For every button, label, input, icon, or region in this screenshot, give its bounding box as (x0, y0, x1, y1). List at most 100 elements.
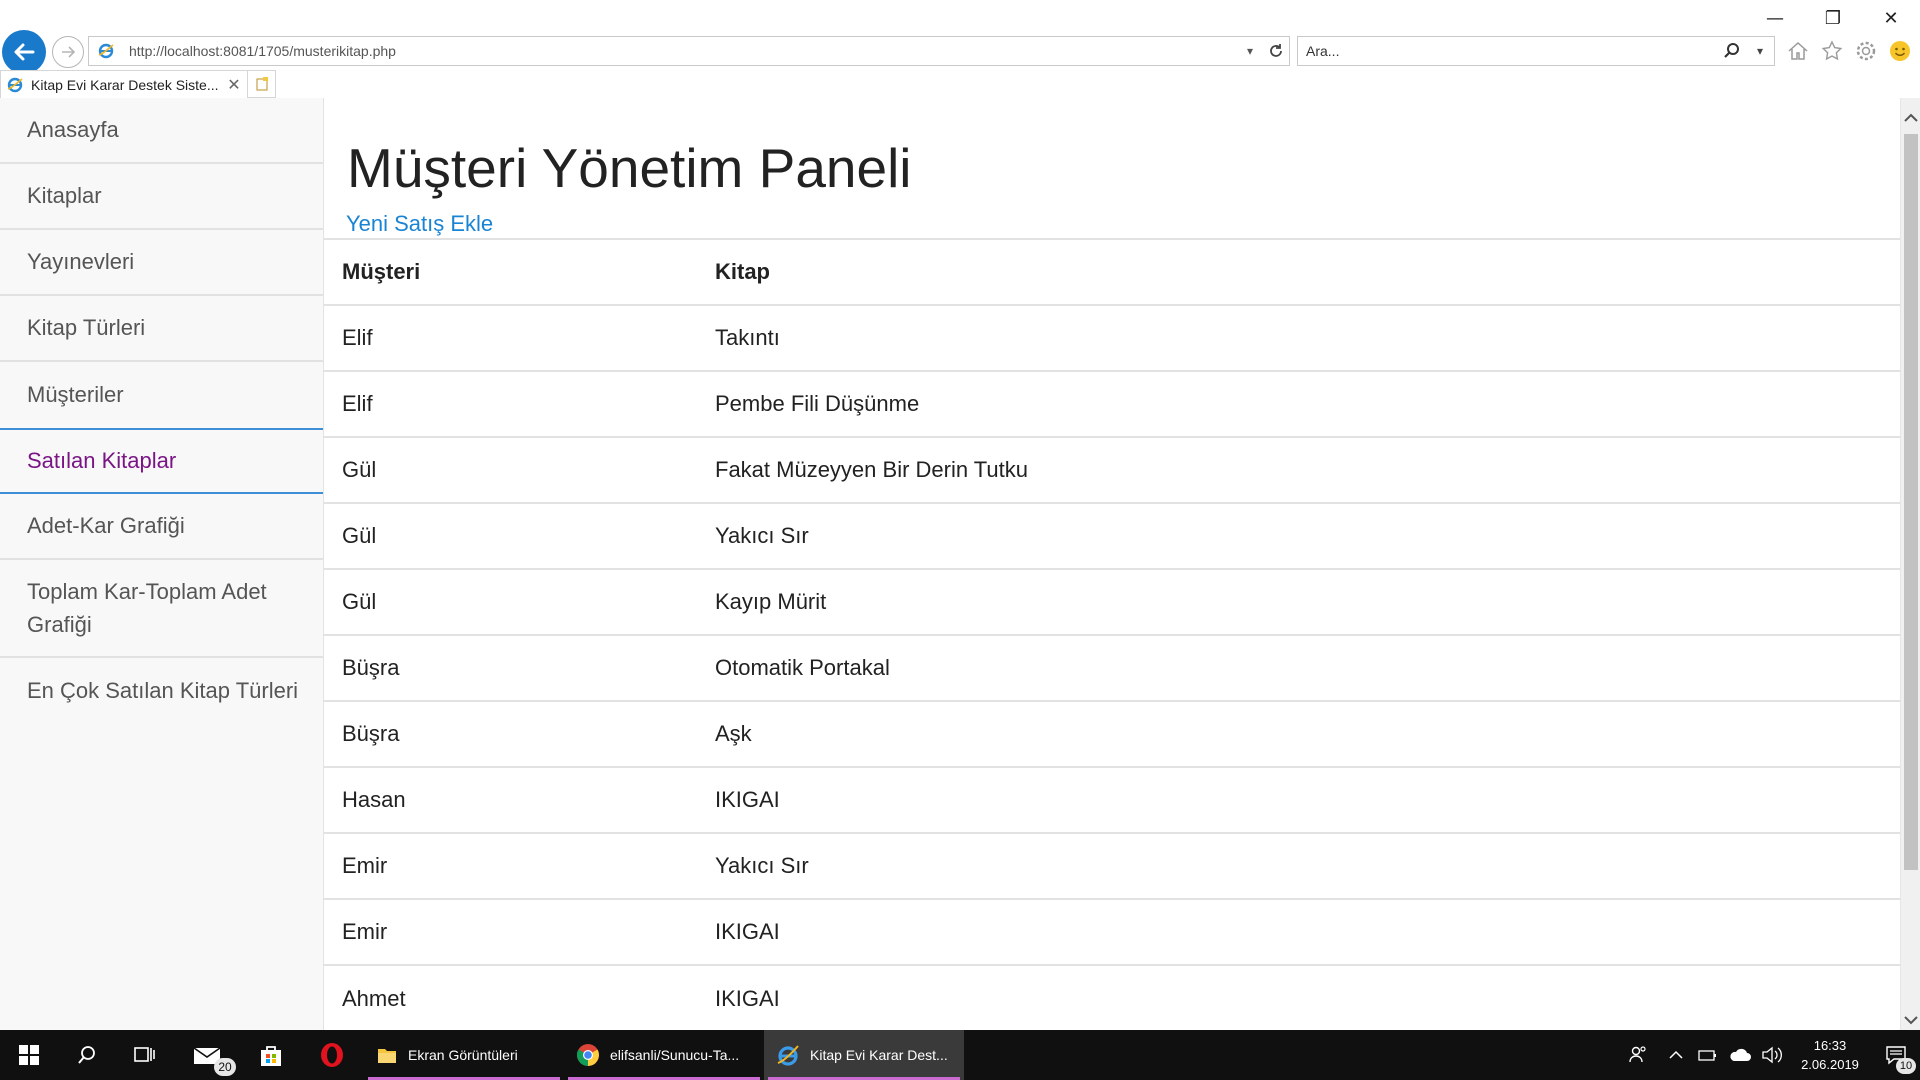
new-tab-button[interactable] (248, 70, 276, 98)
book-cell: Kayıp Mürit (715, 568, 1900, 635)
browser-toolbar (1784, 36, 1914, 66)
favorites-star-icon[interactable] (1818, 37, 1846, 65)
opera-icon (321, 1043, 343, 1067)
taskbar-app-ie[interactable]: Kitap Evi Karar Dest... (764, 1030, 964, 1080)
column-header-kitap[interactable]: Kitap (715, 238, 1900, 306)
customer-cell: Gül (324, 436, 715, 503)
book-cell: IKIGAI (715, 964, 1900, 1030)
sidebar-item-satilan-kitaplar[interactable]: Satılan Kitaplar (0, 428, 323, 494)
table-row: Büşra Otomatik Portakal (324, 634, 1900, 701)
taskbar: 20 Ekran Görüntüleri elifsanli/Sunucu-Ta… (0, 1030, 1920, 1080)
sidebar-item-label: Yayınevleri (27, 249, 135, 274)
mail-badge: 20 (214, 1058, 236, 1076)
table-header-row: Müşteri Kitap (324, 238, 1900, 306)
sidebar-item-kitaplar[interactable]: Kitaplar (0, 164, 323, 230)
show-hidden-icons-chevron-icon[interactable] (1660, 1030, 1692, 1080)
refresh-icon[interactable] (1263, 37, 1289, 65)
sidebar-item-label: Müşteriler (27, 382, 124, 407)
taskbar-clock[interactable]: 16:33 2.06.2019 (1788, 1036, 1872, 1074)
sidebar-nav: Anasayfa Kitaplar Yayınevleri Kitap Türl… (0, 98, 324, 1030)
sidebar-item-musteriler[interactable]: Müşteriler (0, 362, 323, 428)
feedback-smiley-icon[interactable] (1886, 37, 1914, 65)
taskbar-app-explorer[interactable]: Ekran Görüntüleri (364, 1030, 564, 1080)
address-dropdown-icon[interactable]: ▾ (1237, 37, 1263, 65)
forward-button[interactable] (52, 36, 84, 68)
table-row: Elif Takıntı (324, 304, 1900, 371)
battery-icon[interactable] (1692, 1030, 1724, 1080)
taskbar-app-label: elifsanli/Sunucu-Ta... (610, 1047, 740, 1063)
search-dropdown-icon[interactable]: ▾ (1746, 37, 1774, 65)
customer-cell: Emir (324, 832, 715, 899)
main-content: Müşteri Yönetim Paneli Yeni Satış Ekle M… (324, 98, 1900, 1030)
sidebar-item-label: Kitap Türleri (27, 315, 146, 340)
ie-icon (777, 1045, 799, 1066)
book-cell: Pembe Fili Düşünme (715, 370, 1900, 437)
customer-cell: Elif (324, 304, 715, 371)
sidebar-item-yayinevleri[interactable]: Yayınevleri (0, 230, 323, 296)
address-bar[interactable]: http://localhost:8081/1705/musterikitap.… (88, 36, 1290, 66)
table-row: Ahmet IKIGAI (324, 964, 1900, 1030)
vertical-scrollbar[interactable] (1900, 98, 1920, 1030)
customer-cell: Ahmet (324, 964, 715, 1030)
table-row: Elif Pembe Fili Düşünme (324, 370, 1900, 437)
sidebar-item-label: Satılan Kitaplar (27, 448, 177, 473)
sidebar-item-label: Anasayfa (27, 117, 119, 142)
search-input[interactable] (1306, 38, 1718, 64)
taskbar-app-chrome[interactable]: elifsanli/Sunucu-Ta... (564, 1030, 764, 1080)
browser-tab[interactable]: Kitap Evi Karar Destek Siste... ✕ (0, 70, 248, 98)
clock-time: 16:33 (1813, 1038, 1847, 1053)
action-center-button[interactable]: 10 (1872, 1030, 1920, 1080)
chrome-icon (577, 1044, 599, 1066)
clock-date: 2.06.2019 (1801, 1057, 1859, 1072)
minimize-button[interactable]: — (1746, 0, 1804, 36)
task-view-icon (134, 1047, 155, 1062)
search-icon[interactable] (1718, 37, 1746, 65)
taskbar-app-label: Ekran Görüntüleri (408, 1047, 518, 1063)
sidebar-item-anasayfa[interactable]: Anasayfa (0, 98, 323, 164)
opera-app-button[interactable] (300, 1030, 364, 1080)
windows-logo-icon (19, 1045, 39, 1065)
customer-cell: Elif (324, 370, 715, 437)
book-cell: Yakıcı Sır (715, 832, 1900, 899)
table-row: Emir IKIGAI (324, 898, 1900, 965)
back-arrow-icon (14, 43, 35, 61)
new-sale-link[interactable]: Yeni Satış Ekle (346, 211, 493, 237)
page-viewport: Anasayfa Kitaplar Yayınevleri Kitap Türl… (0, 98, 1920, 1030)
scrollbar-thumb[interactable] (1904, 134, 1918, 870)
scroll-down-arrow-icon[interactable] (1901, 1010, 1920, 1030)
search-bar[interactable]: ▾ (1297, 36, 1775, 66)
table-row: Gül Fakat Müzeyyen Bir Derin Tutku (324, 436, 1900, 503)
book-cell: Fakat Müzeyyen Bir Derin Tutku (715, 436, 1900, 503)
sidebar-item-label: En Çok Satılan Kitap Türleri (27, 678, 299, 703)
forward-arrow-icon (62, 46, 76, 58)
table-row: Hasan IKIGAI (324, 766, 1900, 833)
sidebar-item-kitap-turleri[interactable]: Kitap Türleri (0, 296, 323, 362)
sidebar-item-adet-kar-grafigi[interactable]: Adet-Kar Grafiği (0, 494, 323, 560)
onedrive-cloud-icon[interactable] (1724, 1030, 1756, 1080)
restore-button[interactable]: ❐ (1804, 0, 1862, 36)
taskbar-search-button[interactable] (58, 1030, 116, 1080)
sidebar-item-toplam-kar-grafigi[interactable]: Toplam Kar-Toplam Adet Grafiği (0, 560, 323, 658)
home-icon[interactable] (1784, 37, 1812, 65)
scroll-up-arrow-icon[interactable] (1901, 108, 1920, 128)
task-view-button[interactable] (116, 1030, 174, 1080)
customer-cell: Gül (324, 502, 715, 569)
back-button[interactable] (2, 30, 46, 74)
people-icon[interactable] (1616, 1030, 1660, 1080)
customer-cell: Gül (324, 568, 715, 635)
start-button[interactable] (0, 1030, 58, 1080)
book-cell: Takıntı (715, 304, 1900, 371)
mail-app-button[interactable]: 20 (174, 1030, 242, 1080)
tab-close-icon[interactable]: ✕ (227, 75, 241, 94)
store-app-button[interactable] (242, 1030, 300, 1080)
tab-title: Kitap Evi Karar Destek Siste... (31, 76, 219, 93)
address-text[interactable]: http://localhost:8081/1705/musterikitap.… (129, 43, 1237, 59)
sidebar-item-en-cok-satilan[interactable]: En Çok Satılan Kitap Türleri (0, 658, 323, 724)
settings-gear-icon[interactable] (1852, 37, 1880, 65)
close-window-button[interactable]: ✕ (1862, 0, 1920, 36)
sidebar-item-label: Toplam Kar-Toplam Adet Grafiği (27, 579, 267, 637)
volume-icon[interactable] (1756, 1030, 1788, 1080)
book-cell: Otomatik Portakal (715, 634, 1900, 701)
column-header-musteri[interactable]: Müşteri (324, 238, 715, 306)
system-tray: 16:33 2.06.2019 10 (1616, 1030, 1920, 1080)
